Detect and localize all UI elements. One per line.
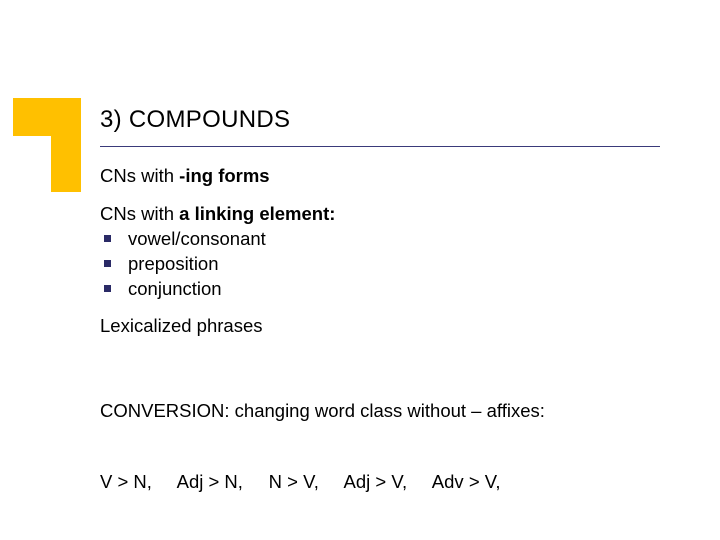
accent-bar-side <box>51 136 81 192</box>
bullet-text: vowel/consonant <box>128 228 266 249</box>
list-item: preposition <box>100 252 670 276</box>
text-cns-with-2: CNs with <box>100 203 179 224</box>
list-item: conjunction <box>100 277 670 301</box>
paragraph-ing-forms: CNs with -ing forms <box>100 164 670 188</box>
bullet-list-linking: vowel/consonant preposition conjunction <box>100 227 670 300</box>
bullet-text: conjunction <box>128 278 222 299</box>
bullet-text: preposition <box>128 253 219 274</box>
square-bullet-icon <box>104 260 111 267</box>
paragraph-conversion: CONVERSION: changing word class without … <box>100 352 670 540</box>
accent-bar-top <box>13 98 81 136</box>
conversion-line-2: V > N, Adj > N, N > V, Adj > V, Adv > V, <box>100 470 670 494</box>
paragraph-lexicalized: Lexicalized phrases <box>100 314 670 338</box>
text-linking-element: a linking element: <box>179 203 335 224</box>
list-item: vowel/consonant <box>100 227 670 251</box>
text-cns-with-1: CNs with <box>100 165 179 186</box>
conversion-line-1: CONVERSION: changing word class without … <box>100 399 670 423</box>
slide-body: CNs with -ing forms CNs with a linking e… <box>100 164 670 540</box>
square-bullet-icon <box>104 285 111 292</box>
text-ing-forms: -ing forms <box>179 165 269 186</box>
square-bullet-icon <box>104 235 111 242</box>
slide-title: 3) COMPOUNDS <box>100 106 290 134</box>
slide: 3) COMPOUNDS CNs with -ing forms CNs wit… <box>0 0 720 540</box>
title-underline <box>100 146 660 147</box>
paragraph-linking-element: CNs with a linking element: <box>100 202 670 226</box>
